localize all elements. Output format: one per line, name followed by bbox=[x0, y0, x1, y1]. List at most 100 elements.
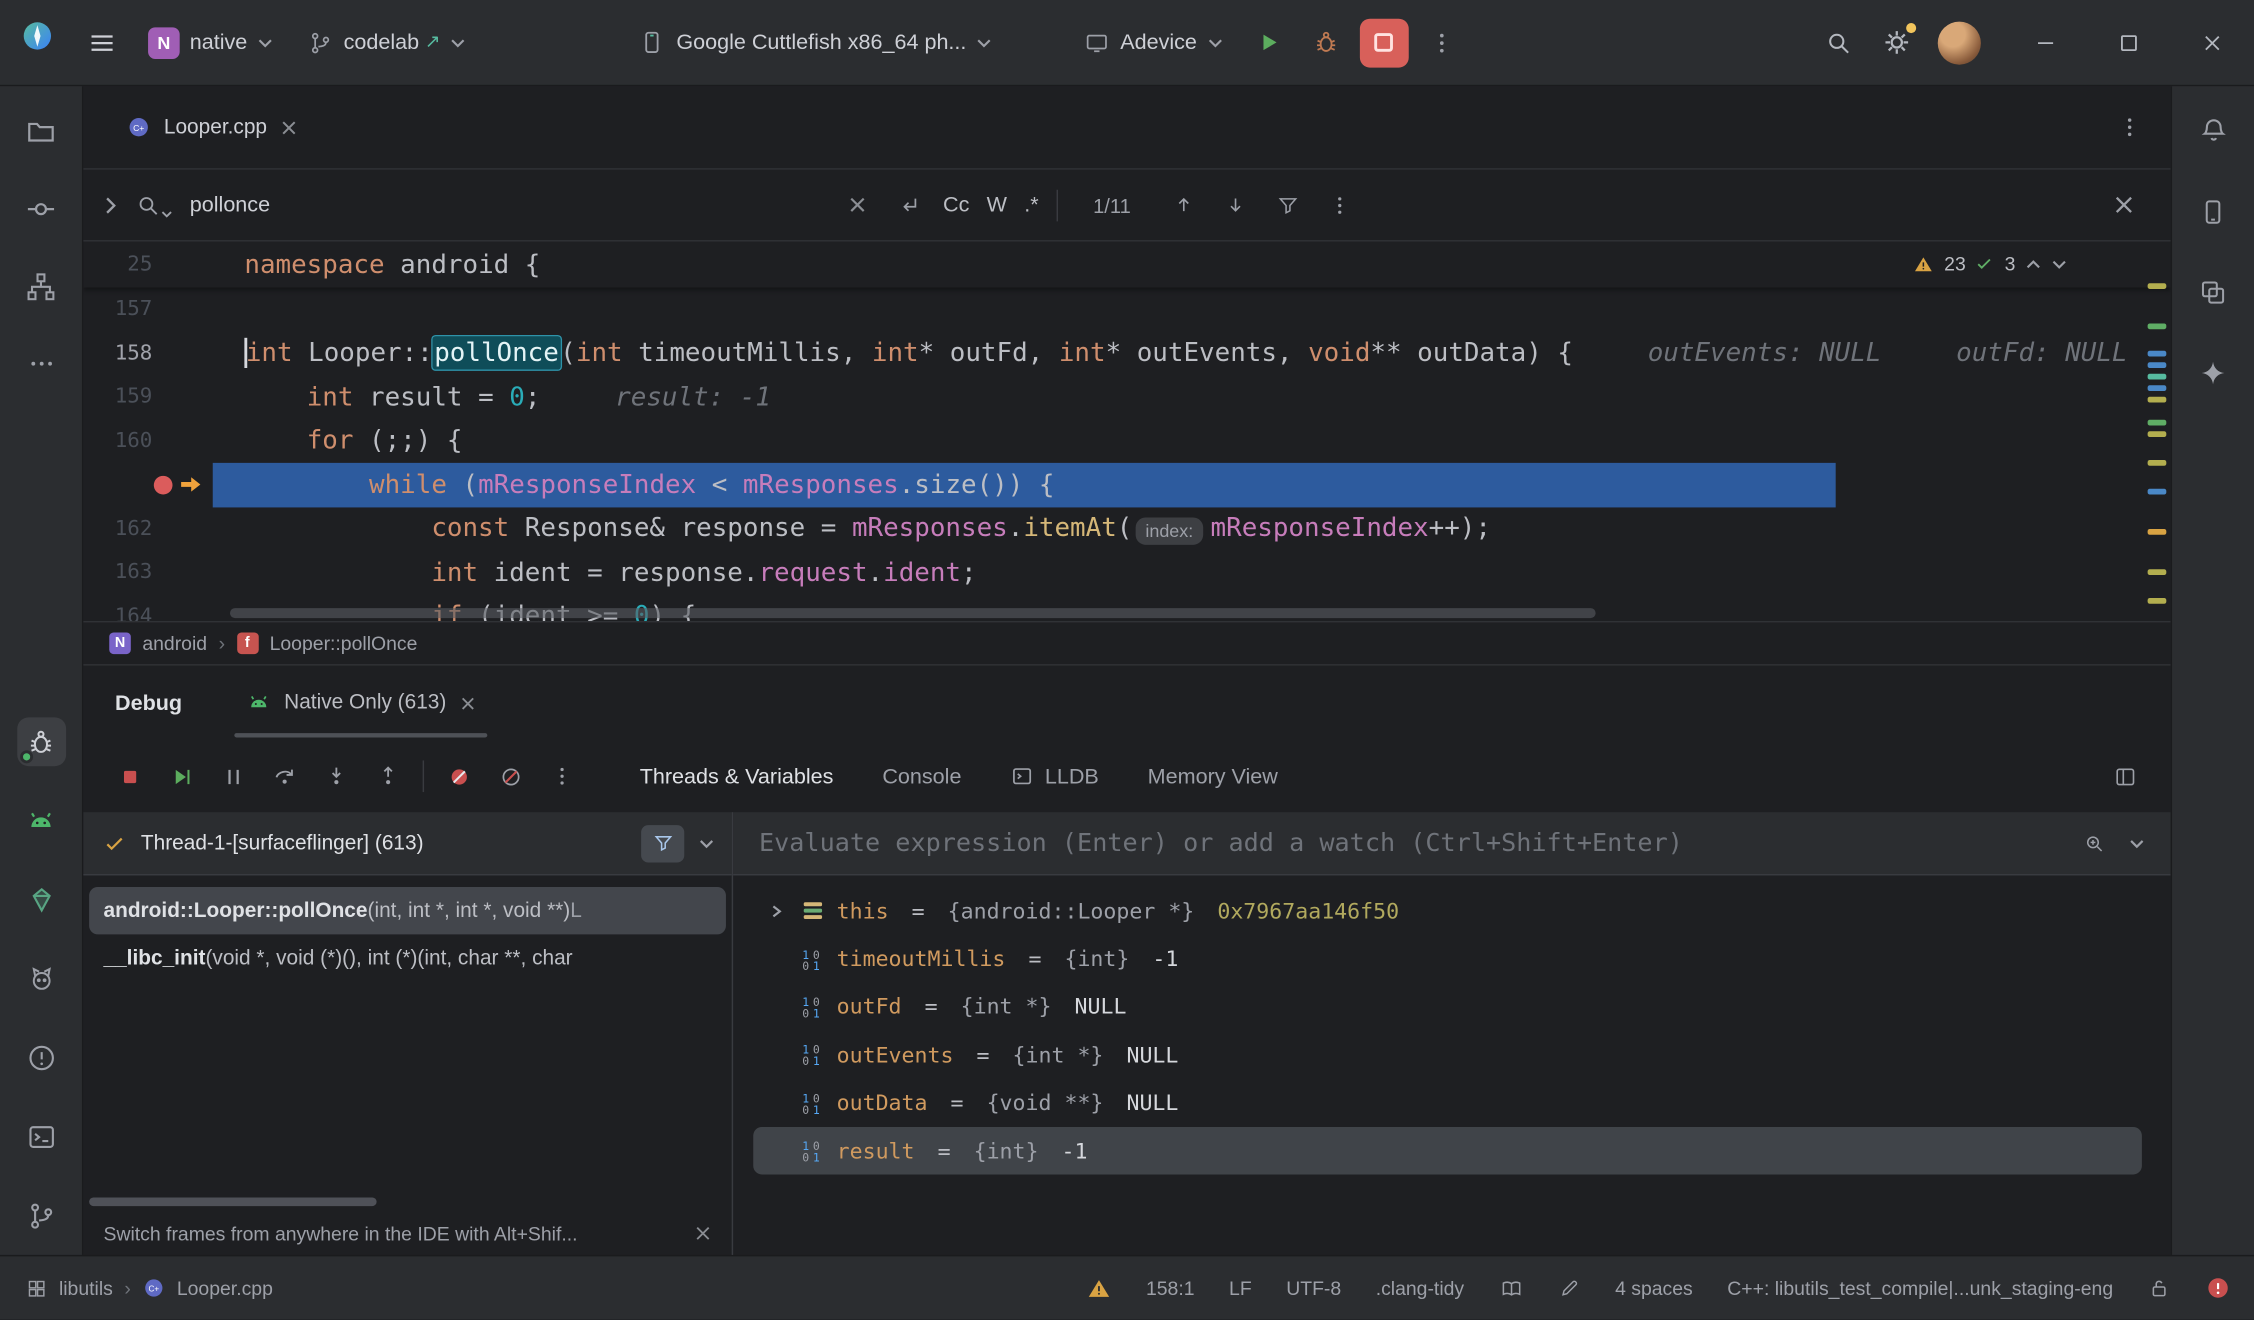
code-editor[interactable]: 25 namespace android { 157 158int Looper:… bbox=[83, 242, 2170, 622]
error-stripe-mark[interactable] bbox=[2148, 323, 2167, 329]
error-stripe-mark[interactable] bbox=[2148, 569, 2167, 575]
frames-horizontal-scrollbar[interactable] bbox=[89, 1197, 377, 1206]
device-selector[interactable]: Google Cuttlefish x86_64 ph... bbox=[626, 20, 1005, 65]
terminal-button[interactable] bbox=[17, 1113, 66, 1162]
match-case-toggle[interactable]: Cc bbox=[943, 193, 969, 217]
tab-close-icon[interactable] bbox=[459, 695, 475, 711]
variable-row[interactable]: 1001outData = {void **} NULL bbox=[753, 1079, 2142, 1127]
code-line[interactable]: 160 for (;;) { bbox=[83, 419, 2170, 463]
variable-row[interactable]: this = {android::Looper *} 0x7967aa146f5… bbox=[753, 887, 2142, 935]
line-number[interactable]: 157 bbox=[83, 298, 212, 321]
line-number[interactable]: 163 bbox=[83, 561, 212, 584]
next-match-button[interactable] bbox=[1218, 188, 1253, 223]
code-line[interactable]: while (mResponseIndex < mResponses.size(… bbox=[83, 463, 2170, 507]
breakpoint-icon[interactable] bbox=[154, 475, 173, 494]
breadcrumb-namespace[interactable]: android bbox=[142, 633, 207, 655]
code-line[interactable]: 163 int ident = response.request.ident; bbox=[83, 551, 2170, 595]
minimize-button[interactable] bbox=[2021, 18, 2070, 67]
error-stripe-mark[interactable] bbox=[2148, 431, 2167, 437]
logcat-button[interactable] bbox=[17, 955, 66, 1004]
line-number[interactable]: 162 bbox=[83, 517, 212, 540]
project-tool-button[interactable] bbox=[17, 106, 66, 155]
project-selector[interactable]: N native bbox=[135, 18, 286, 67]
expand-find-chevron-icon[interactable] bbox=[104, 195, 118, 215]
maximize-button[interactable] bbox=[2105, 18, 2154, 67]
branch-selector[interactable]: codelab ↗ bbox=[295, 21, 480, 64]
code-line[interactable]: 157 bbox=[83, 288, 2170, 332]
variable-row[interactable]: 1001outEvents = {int *} NULL bbox=[753, 1031, 2142, 1079]
debug-tab-lldb[interactable]: LLDB bbox=[1010, 764, 1098, 788]
debug-tool-button[interactable] bbox=[17, 717, 66, 766]
line-number[interactable]: 159 bbox=[83, 386, 212, 409]
step-into-button[interactable] bbox=[319, 759, 354, 794]
ignore-breakpoints-button[interactable] bbox=[493, 759, 528, 794]
line-number[interactable]: 158 bbox=[83, 342, 212, 365]
line-number[interactable]: 164 bbox=[83, 605, 212, 621]
clear-search-button[interactable] bbox=[840, 188, 875, 223]
debug-session-tab[interactable]: Native Only (613) bbox=[234, 666, 487, 741]
error-stripe-mark[interactable] bbox=[2148, 362, 2167, 368]
error-stripe-mark[interactable] bbox=[2148, 351, 2167, 357]
notifications-button[interactable] bbox=[2189, 106, 2238, 155]
status-module[interactable]: libutils bbox=[59, 1277, 113, 1299]
debug-tab-threads-variables[interactable]: Threads & Variables bbox=[640, 764, 834, 788]
error-stripe-mark[interactable] bbox=[2148, 385, 2167, 391]
add-watch-icon[interactable] bbox=[2083, 832, 2106, 855]
error-stripe-mark[interactable] bbox=[2148, 598, 2167, 604]
line-number[interactable]: 25 bbox=[83, 253, 212, 276]
code-line[interactable]: 158int Looper::pollOnce(int timeoutMilli… bbox=[83, 331, 2170, 375]
editor-horizontal-scrollbar[interactable] bbox=[230, 608, 1596, 618]
tab-close-icon[interactable] bbox=[280, 119, 297, 136]
error-stripe-mark[interactable] bbox=[2148, 420, 2167, 426]
debug-tab-memory-view[interactable]: Memory View bbox=[1148, 764, 1278, 788]
sticky-code-line[interactable]: 25 namespace android { bbox=[83, 242, 2170, 288]
expand-chevron-icon[interactable] bbox=[769, 904, 783, 918]
stop-process-button[interactable] bbox=[112, 759, 147, 794]
variable-row[interactable]: 1001outFd = {int *} NULL bbox=[753, 983, 2142, 1031]
more-actions-button[interactable] bbox=[1417, 18, 1466, 67]
search-options-button[interactable] bbox=[1322, 188, 1357, 223]
tab-options-button[interactable] bbox=[2105, 103, 2154, 152]
error-stripe-mark[interactable] bbox=[2148, 283, 2167, 289]
search-history-chevron-icon[interactable] bbox=[161, 209, 173, 218]
step-out-button[interactable] bbox=[371, 759, 406, 794]
file-encoding[interactable]: UTF-8 bbox=[1286, 1277, 1341, 1299]
gemini-button[interactable] bbox=[2189, 348, 2238, 397]
variable-row[interactable]: 1001timeoutMillis = {int} -1 bbox=[753, 935, 2142, 983]
debug-button[interactable] bbox=[1302, 18, 1351, 67]
debug-options-button[interactable] bbox=[545, 759, 580, 794]
error-stripe-mark[interactable] bbox=[2148, 529, 2167, 535]
indent-setting[interactable]: 4 spaces bbox=[1615, 1277, 1693, 1299]
chevron-down-icon[interactable] bbox=[2129, 837, 2145, 849]
line-ending[interactable]: LF bbox=[1229, 1277, 1252, 1299]
app-quality-insights-button[interactable] bbox=[17, 875, 66, 924]
avatar[interactable] bbox=[1938, 21, 1981, 64]
breadcrumb-function[interactable]: Looper::pollOnce bbox=[270, 633, 418, 655]
error-stripe-mark[interactable] bbox=[2148, 397, 2167, 403]
filter-frames-button[interactable] bbox=[641, 824, 684, 861]
debug-tab-console[interactable]: Console bbox=[882, 764, 961, 788]
commit-tool-button[interactable] bbox=[17, 184, 66, 233]
line-number[interactable] bbox=[83, 475, 212, 494]
toolchain-info[interactable]: C++: libutils_test_compile|...unk_stagin… bbox=[1727, 1277, 2113, 1299]
error-stripe-mark[interactable] bbox=[2148, 489, 2167, 495]
previous-match-button[interactable] bbox=[1167, 188, 1202, 223]
dismiss-hint-button[interactable] bbox=[694, 1225, 711, 1242]
error-stripe-mark[interactable] bbox=[2148, 460, 2167, 466]
caret-position[interactable]: 158:1 bbox=[1146, 1277, 1195, 1299]
search-everywhere-button[interactable] bbox=[1814, 18, 1863, 67]
more-tools-button[interactable] bbox=[17, 339, 66, 388]
version-control-button[interactable] bbox=[17, 1192, 66, 1241]
build-variants-button[interactable] bbox=[2189, 267, 2238, 316]
error-stripe[interactable] bbox=[2142, 242, 2171, 622]
editor-tab-looper[interactable]: C+ Looper.cpp bbox=[115, 86, 309, 168]
reader-mode-icon[interactable] bbox=[1499, 1276, 1523, 1300]
resume-button[interactable] bbox=[164, 759, 199, 794]
inspections-widget[interactable]: 23 3 bbox=[1914, 253, 2067, 275]
error-notification-icon[interactable] bbox=[2205, 1275, 2231, 1301]
thread-selector[interactable]: Thread-1-[surfaceflinger] (613) bbox=[83, 812, 731, 875]
error-stripe-mark[interactable] bbox=[2148, 374, 2167, 380]
evaluate-expression-field[interactable]: Evaluate expression (Enter) or add a wat… bbox=[733, 812, 2171, 875]
chevron-down-icon[interactable] bbox=[699, 837, 715, 849]
main-menu-button[interactable] bbox=[78, 18, 127, 67]
